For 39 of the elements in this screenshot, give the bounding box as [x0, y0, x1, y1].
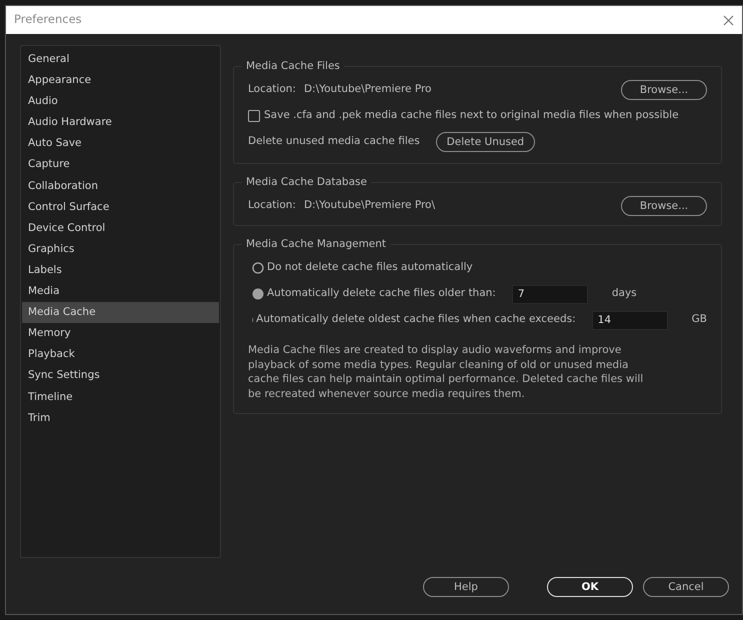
location-label: Location: — [248, 198, 296, 214]
sidebar-item[interactable]: Capture — [22, 154, 219, 176]
sidebar-item[interactable]: Media — [22, 281, 219, 302]
delete-unused-label: Delete unused media cache files — [248, 134, 420, 150]
sidebar-item[interactable]: Audio — [22, 91, 219, 112]
number-field[interactable]: 14 — [592, 310, 668, 330]
sidebar-item[interactable]: Auto Save — [22, 133, 219, 154]
sidebar-item[interactable]: Graphics — [22, 238, 219, 260]
sidebar-item[interactable]: Device Control — [22, 218, 219, 239]
sidebar-item[interactable]: Collaboration — [22, 176, 219, 197]
checkbox-label: Save .cfa and .pek media cache files next to original media files when possible — [264, 108, 679, 124]
sidebar-item[interactable]: Playback — [22, 344, 219, 366]
radio-label: Automatically delete oldest cache files when cache exceeds: — [256, 312, 576, 328]
dialog-button[interactable]: Cancel — [643, 577, 729, 597]
unit-label: days — [612, 286, 637, 302]
radio-label: Do not delete cache files automatically — [267, 260, 473, 276]
sidebar-item[interactable]: Sync Settings — [22, 365, 219, 386]
sidebar-item[interactable]: Timeline — [22, 386, 219, 408]
window-title: Preferences — [14, 11, 82, 28]
sidebar-item[interactable]: Trim — [22, 408, 219, 429]
location-label: Location: — [248, 82, 296, 98]
radio-label: Automatically delete cache files older than: — [267, 286, 496, 302]
dialog-button[interactable]: OK — [547, 577, 633, 597]
browse-button[interactable]: Browse... — [621, 196, 707, 216]
sidebar-item[interactable]: Labels — [22, 260, 219, 282]
delete-unused-button[interactable]: Delete Unused — [436, 132, 536, 152]
sidebar-item[interactable]: Memory — [22, 323, 219, 344]
dialog-button[interactable]: Help — [423, 577, 509, 597]
location-path: D:\Youtube\Premiere Pro — [304, 82, 432, 98]
browse-button[interactable]: Browse... — [621, 80, 707, 100]
unit-label: GB — [692, 312, 707, 328]
sidebar-item[interactable]: Media Cache — [22, 302, 219, 324]
description-text: Media Cache files are created to display audio waveforms and improve playback of some media types. Regular cleaning of old or unused media cache files can help maintain optimal performance. Deleted cache files will be recreated whenever source media requires them. — [248, 343, 644, 401]
location-path: D:\Youtube\Premiere Pro\ — [304, 198, 436, 214]
sidebar-item[interactable]: Appearance — [22, 70, 219, 92]
sidebar-item[interactable]: Audio Hardware — [22, 112, 219, 134]
sidebar-item[interactable]: Control Surface — [22, 196, 219, 218]
sidebar-item[interactable]: General — [22, 49, 219, 70]
number-field[interactable]: 7 — [512, 284, 588, 304]
